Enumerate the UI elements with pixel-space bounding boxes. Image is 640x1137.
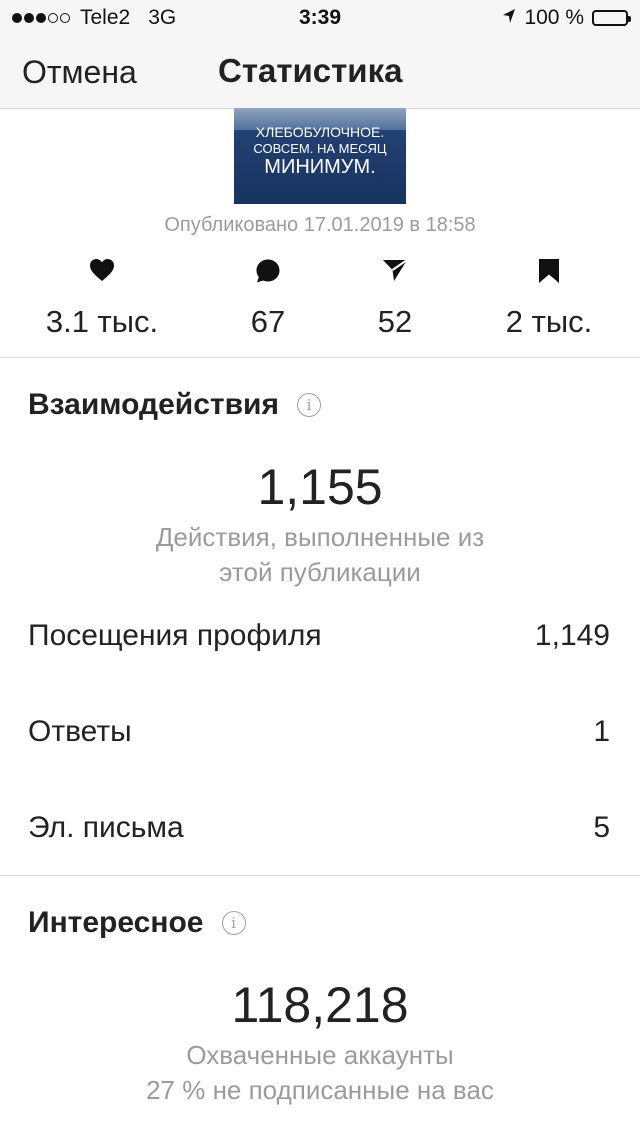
post-caption-line: ХЛЕБОБУЛОЧНОЕ. (255, 124, 385, 140)
saves-count: 2 тыс. (505, 304, 593, 339)
status-right: 100 % (502, 6, 631, 30)
likes-count: 3.1 тыс. (45, 304, 159, 339)
stat-label: Эл. письма (28, 811, 184, 844)
heart-icon (22, 258, 182, 288)
published-date: Опубликовано 17.01.2019 в 18:58 (164, 214, 476, 236)
post-thumbnail[interactable]: ХЛЕБОБУЛОЧНОЕ. СОВСЕМ. НА МЕСЯЦ МИНИМУМ. (234, 108, 406, 204)
stat-value: 5 (593, 811, 610, 844)
discovery-title: Интересное (28, 906, 204, 939)
info-icon[interactable]: i (221, 911, 246, 935)
interactions-section-title: Взаимодействия i (28, 388, 321, 422)
reach-description-line1: Охваченные аккаунты (186, 1040, 454, 1070)
saves-counter: 2 тыс. (469, 258, 629, 340)
send-icon (315, 258, 475, 288)
reach-total: 118,218 (231, 977, 409, 1033)
page-title: Статистика (218, 52, 403, 89)
divider (0, 875, 640, 876)
stat-row-emails: Эл. письма 5 (28, 811, 610, 845)
interactions-description-line1: Действия, выполненные из (155, 522, 485, 552)
battery-percent: 100 % (524, 6, 584, 29)
stat-value: 1 (593, 715, 610, 748)
bookmark-icon (469, 258, 629, 288)
post-caption-line: МИНИМУМ. (264, 156, 376, 178)
stat-label: Ответы (28, 715, 132, 748)
nav-bar: Отмена Статистика (0, 38, 640, 109)
stat-row-replies: Ответы 1 (28, 715, 610, 749)
discovery-section-title: Интересное i (28, 906, 246, 940)
battery-icon (592, 10, 631, 26)
divider (0, 357, 640, 358)
reach-description-line2: 27 % не подписанные на вас (146, 1075, 494, 1105)
info-icon[interactable]: i (296, 393, 321, 417)
stat-label: Посещения профиля (28, 619, 322, 652)
interactions-description-line2: этой публикации (219, 557, 421, 587)
likes-counter: 3.1 тыс. (22, 258, 182, 340)
post-caption-line: СОВСЕМ. НА МЕСЯЦ (253, 141, 387, 156)
shares-count: 52 (377, 304, 413, 339)
post-counters: 3.1 тыс. 67 52 2 тыс. (0, 258, 640, 356)
interactions-title: Взаимодействия (28, 388, 279, 421)
shares-counter: 52 (315, 258, 475, 340)
cancel-button[interactable]: Отмена (22, 54, 137, 91)
location-arrow-icon (502, 6, 516, 30)
interactions-total: 1,155 (257, 459, 383, 515)
status-bar: Tele2 3G 3:39 100 % (0, 0, 640, 38)
stat-value: 1,149 (534, 619, 610, 652)
stat-row-profile-visits: Посещения профиля 1,149 (28, 619, 610, 653)
